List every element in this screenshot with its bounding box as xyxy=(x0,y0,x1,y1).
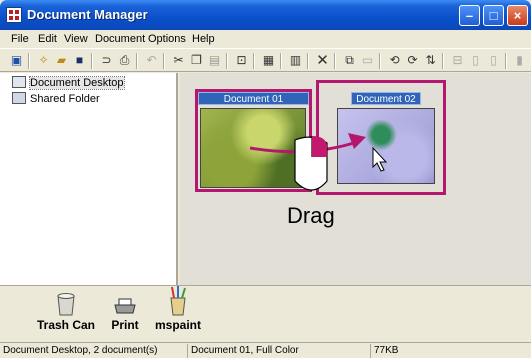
duplicate-icon[interactable]: ⧉ xyxy=(342,53,357,68)
toolbar-separator xyxy=(91,53,92,69)
title-bar[interactable]: Document Manager – □ × xyxy=(0,0,531,30)
menu-file[interactable]: File xyxy=(11,33,29,45)
toolbar: ▣ ✧ ▰ ■ ⊃ ⎙ ↶ ✂ ❐ ▤ ⊡ ▦ ▥ ✕ ⧉ ▭ ⟲ ⟳ ⇅ ⊟ … xyxy=(0,48,531,72)
status-selection: Document 01, Full Color xyxy=(187,344,369,358)
app-icon xyxy=(6,7,22,23)
status-bar: Document Desktop, 2 document(s) Document… xyxy=(0,342,531,358)
scan-icon[interactable]: ⊃ xyxy=(99,53,114,68)
flip-icon[interactable]: ⇅ xyxy=(423,53,438,68)
document-manager-window: Document Manager – □ × File Edit View Do… xyxy=(0,0,531,358)
drag-label: Drag xyxy=(287,203,335,228)
desktop-icon xyxy=(12,76,26,88)
menu-bar: File Edit View Document Options Help xyxy=(0,30,531,47)
rotate-left-icon[interactable]: ⟲ xyxy=(387,53,402,68)
drag-arrow-head xyxy=(348,133,366,149)
toolbar-separator xyxy=(226,53,227,69)
toolbar-separator xyxy=(442,53,443,69)
open-folder-icon[interactable]: ▰ xyxy=(54,53,69,68)
delete-icon[interactable]: ✕ xyxy=(315,53,330,68)
folder-tree: Document Desktop Shared Folder xyxy=(0,73,178,285)
toolbar-separator xyxy=(253,53,254,69)
toolbar-separator xyxy=(28,53,29,69)
tree-item-shared-folder[interactable]: Shared Folder xyxy=(12,92,100,105)
page-split-icon[interactable]: ▮ xyxy=(512,53,527,68)
toolbar-separator xyxy=(280,53,281,69)
toolbar-separator xyxy=(379,53,380,69)
drag-illustration xyxy=(249,133,388,191)
page-next-icon[interactable]: ▯ xyxy=(468,53,483,68)
status-size: 77KB xyxy=(370,344,531,358)
minimize-icon: – xyxy=(465,8,474,23)
window-title: Document Manager xyxy=(27,7,148,22)
close-button[interactable]: × xyxy=(507,5,528,26)
toolbar-separator xyxy=(163,53,164,69)
shelf-label-mspaint: mspaint xyxy=(154,318,201,332)
toolbar-separator xyxy=(136,53,137,69)
menu-options[interactable]: Options xyxy=(148,33,186,45)
cut-icon[interactable]: ✂ xyxy=(171,53,186,68)
maximize-button[interactable]: □ xyxy=(483,5,504,26)
tree-item-document-desktop[interactable]: Document Desktop xyxy=(12,76,125,90)
toolbar-separator xyxy=(307,53,308,69)
status-location: Document Desktop, 2 document(s) xyxy=(3,345,158,356)
merge-icon[interactable]: ▭ xyxy=(360,53,375,68)
maximize-icon: □ xyxy=(489,8,498,23)
shelf-label-print: Print xyxy=(111,318,139,332)
save-icon[interactable]: ■ xyxy=(72,53,87,68)
thumbnail-view-icon[interactable]: ▦ xyxy=(261,53,276,68)
shared-folder-icon xyxy=(12,92,26,104)
shelf-bar: Trash Can Print mspaint xyxy=(0,285,531,342)
toolbar-separator xyxy=(505,53,506,69)
printer-icon xyxy=(112,292,138,316)
menu-view[interactable]: View xyxy=(64,33,88,45)
menu-help[interactable]: Help xyxy=(192,33,215,45)
paste-icon[interactable]: ▤ xyxy=(207,53,222,68)
close-icon: × xyxy=(513,8,522,23)
cursor-icon xyxy=(372,146,388,172)
page-prev-icon[interactable]: ⊟ xyxy=(450,53,465,68)
menu-edit[interactable]: Edit xyxy=(38,33,57,45)
menu-document[interactable]: Document xyxy=(95,33,145,45)
zoom-icon[interactable]: ⊡ xyxy=(234,53,249,68)
paint-brushes-icon xyxy=(165,286,191,316)
page-last-icon[interactable]: ▯ xyxy=(486,53,501,68)
copy-icon[interactable]: ❐ xyxy=(189,53,204,68)
undo-icon[interactable]: ↶ xyxy=(144,53,159,68)
new-folder-icon[interactable]: ✧ xyxy=(36,53,51,68)
shelf-label-trash-can: Trash Can xyxy=(36,318,96,332)
shelf-item-print[interactable]: Print xyxy=(105,292,145,332)
properties-icon[interactable]: ▣ xyxy=(9,53,24,68)
shelf-item-trash-can[interactable]: Trash Can xyxy=(34,292,98,332)
toolbar-separator xyxy=(334,53,335,69)
list-view-icon[interactable]: ▥ xyxy=(288,53,303,68)
minimize-button[interactable]: – xyxy=(459,5,480,26)
print-icon[interactable]: ⎙ xyxy=(117,53,132,68)
trash-can-icon xyxy=(53,292,79,316)
shelf-item-mspaint[interactable]: mspaint xyxy=(150,286,206,332)
mouse-icon xyxy=(294,136,328,191)
rotate-right-icon[interactable]: ⟳ xyxy=(405,53,420,68)
